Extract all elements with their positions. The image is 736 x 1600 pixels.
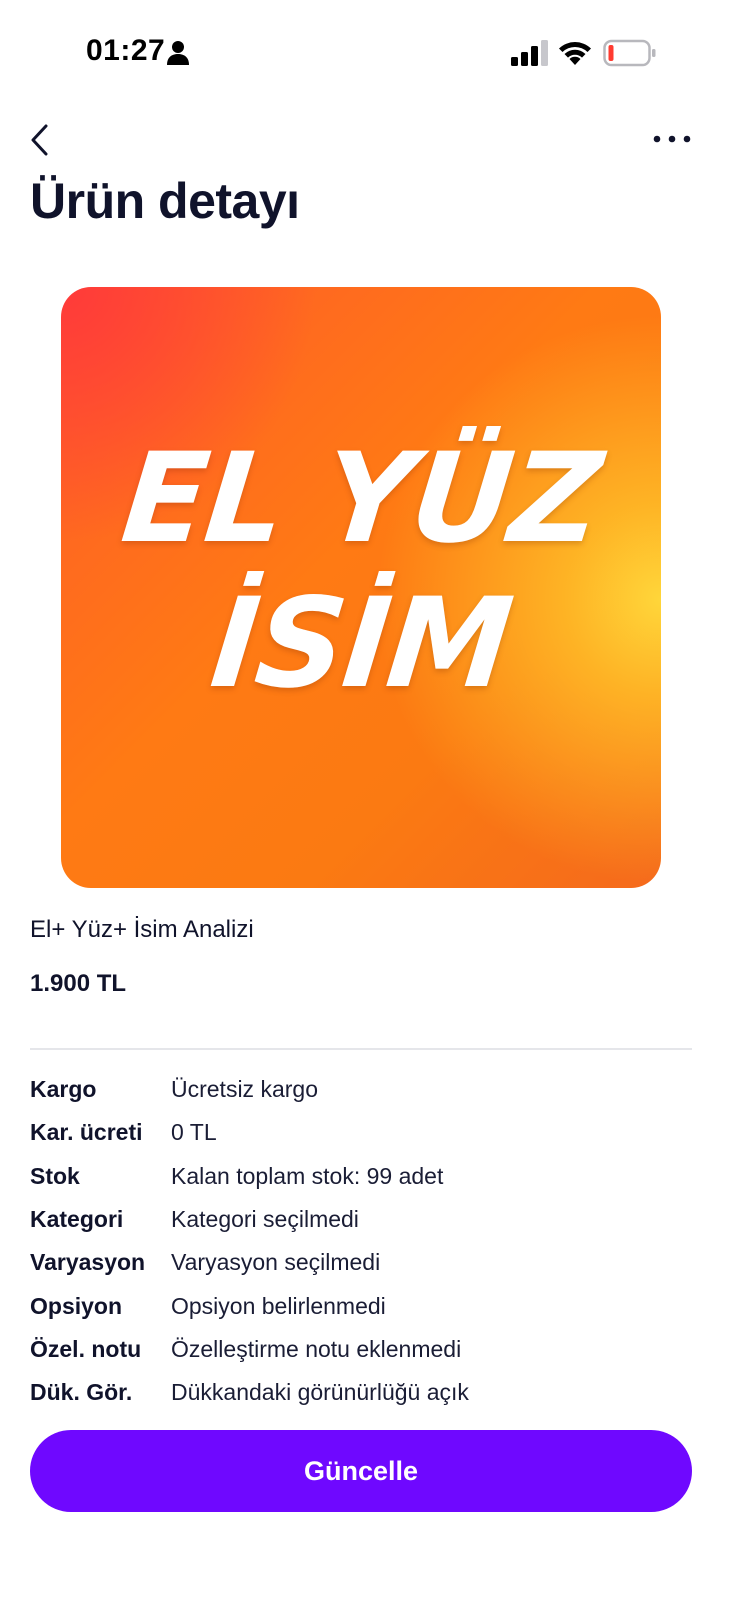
detail-row-shop-visibility: Dük. Gör. Dükkandaki görünürlüğü açık: [30, 1371, 700, 1414]
more-options-button[interactable]: [650, 124, 694, 154]
detail-row-stock: Stok Kalan toplam stok: 99 adet: [30, 1155, 700, 1198]
detail-value: Opsiyon belirlenmedi: [171, 1292, 386, 1319]
detail-row-variation: Varyasyon Varyasyon seçilmedi: [30, 1241, 700, 1284]
product-image-text-line2: İSİM: [204, 572, 518, 716]
status-bar: 01:27: [0, 0, 736, 100]
detail-label: Dük. Gör.: [30, 1379, 133, 1406]
page-title: Ürün detayı: [30, 173, 300, 229]
detail-value: 0 TL: [171, 1119, 217, 1146]
detail-row-shipping-fee: Kar. ücreti 0 TL: [30, 1111, 700, 1154]
detail-label: Stok: [30, 1162, 80, 1189]
detail-value: Dükkandaki görünürlüğü açık: [171, 1379, 469, 1406]
detail-row-option: Opsiyon Opsiyon belirlenmedi: [30, 1284, 700, 1327]
battery-icon: [603, 39, 656, 67]
detail-row-kargo: Kargo Ücretsiz kargo: [30, 1068, 700, 1111]
more-horizontal-icon: [653, 135, 691, 143]
divider: [30, 1048, 692, 1050]
detail-label: Özel. notu: [30, 1335, 142, 1362]
detail-value: Ücretsiz kargo: [171, 1076, 318, 1103]
product-name: El+ Yüz+ İsim Analizi: [30, 916, 254, 943]
detail-label: Opsiyon: [30, 1292, 123, 1319]
wifi-icon: [559, 42, 591, 65]
chevron-left-icon: [31, 124, 48, 156]
product-image: EL YÜZ İSİM: [61, 287, 661, 888]
product-details-list: Kargo Ücretsiz kargo Kar. ücreti 0 TL St…: [30, 1068, 700, 1414]
detail-label: Varyasyon: [30, 1249, 146, 1276]
detail-row-category: Kategori Kategori seçilmedi: [30, 1198, 700, 1241]
person-icon: [167, 41, 189, 65]
product-price: 1.900 TL: [30, 970, 127, 997]
update-button[interactable]: Güncelle: [30, 1430, 692, 1512]
detail-value: Varyasyon seçilmedi: [171, 1249, 381, 1276]
detail-value: Kategori seçilmedi: [171, 1206, 359, 1233]
detail-value: Özelleştirme notu eklenmedi: [171, 1335, 462, 1362]
detail-label: Kar. ücreti: [30, 1119, 143, 1146]
detail-label: Kargo: [30, 1076, 97, 1103]
detail-value: Kalan toplam stok: 99 adet: [171, 1162, 444, 1189]
detail-label: Kategori: [30, 1206, 124, 1233]
back-button[interactable]: [26, 120, 58, 160]
signal-icon: [511, 40, 548, 66]
product-image-text-line1: EL YÜZ: [115, 427, 607, 571]
detail-row-custom-note: Özel. notu Özelleştirme notu eklenmedi: [30, 1328, 700, 1371]
status-time: 01:27: [86, 34, 166, 67]
